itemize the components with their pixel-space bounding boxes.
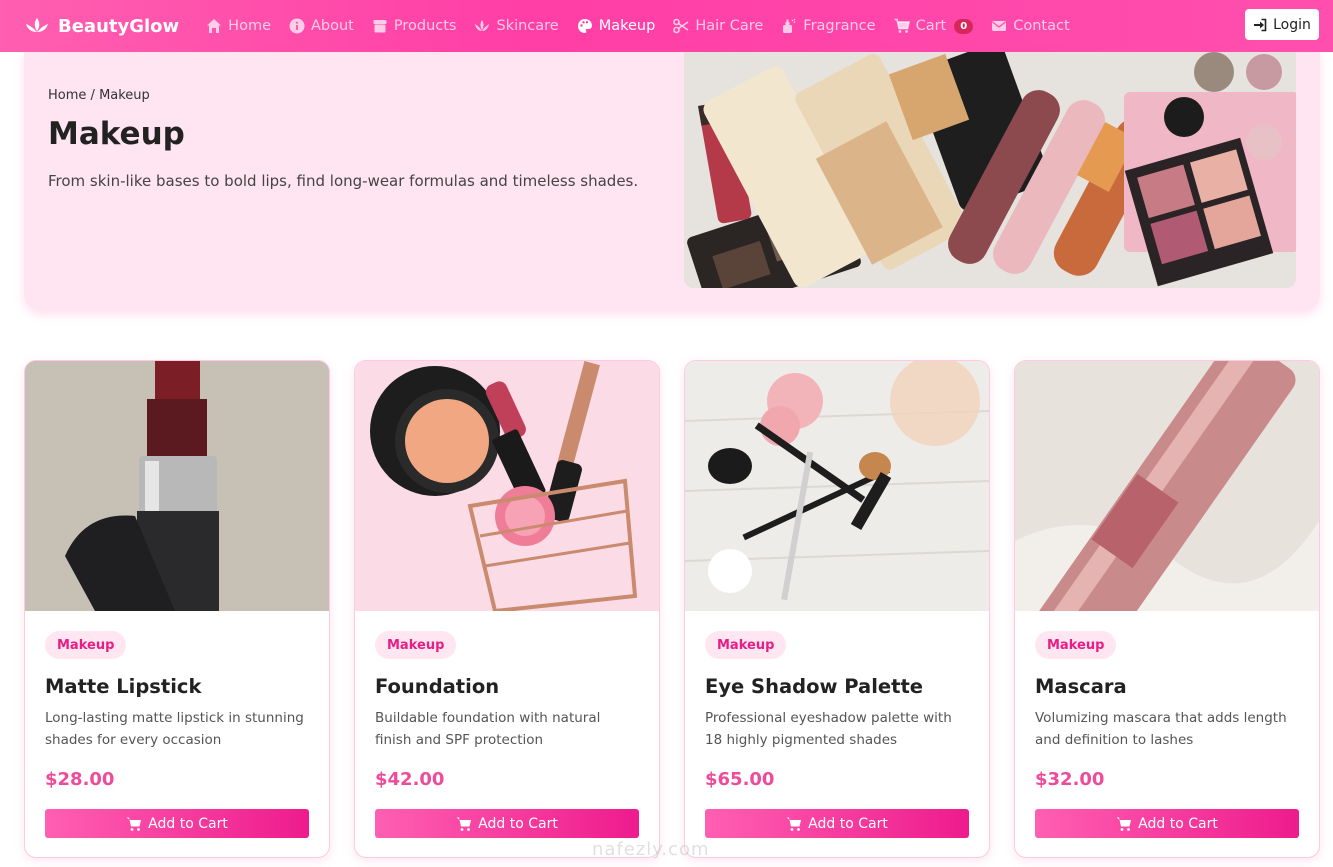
nav-label-makeup: Makeup	[598, 18, 656, 34]
add-to-cart-button[interactable]: Add to Cart	[1035, 809, 1299, 838]
category-tag: Makeup	[375, 631, 457, 659]
product-card[interactable]: Makeup Matte Lipstick Long-lasting matte…	[24, 360, 330, 858]
product-price: $42.00	[375, 769, 445, 790]
nav-label-about: About	[311, 18, 354, 34]
hero-section: Home / Makeup Makeup From skin-like base…	[24, 52, 1320, 310]
makeup-brushes-illustration	[685, 361, 989, 611]
page-title: Makeup	[48, 116, 185, 152]
add-to-cart-label: Add to Cart	[478, 815, 558, 832]
breadcrumb: Home / Makeup	[48, 88, 150, 103]
product-title: Mascara	[1035, 675, 1127, 698]
product-price: $28.00	[45, 769, 115, 790]
navbar: BeautyGlow Home About Products Skincare …	[0, 0, 1333, 52]
product-card[interactable]: Makeup Mascara Volumizing mascara that a…	[1014, 360, 1320, 858]
category-tag: Makeup	[705, 631, 787, 659]
nav-item-fragrance[interactable]: Fragrance	[772, 0, 884, 52]
product-description: Long-lasting matte lipstick in stunning …	[45, 710, 304, 748]
brand-name: BeautyGlow	[58, 15, 180, 37]
category-tag: Makeup	[1035, 631, 1117, 659]
nav-item-cart[interactable]: Cart 0	[885, 0, 983, 52]
add-to-cart-button[interactable]: Add to Cart	[705, 809, 969, 838]
product-description: Buildable foundation with natural finish…	[375, 710, 601, 748]
add-to-cart-label: Add to Cart	[148, 815, 228, 832]
product-description: Volumizing mascara that adds length and …	[1035, 710, 1287, 748]
cart-icon	[1116, 817, 1132, 831]
nav-label-skincare: Skincare	[496, 18, 559, 34]
nav-label-contact: Contact	[1013, 18, 1070, 34]
lipstick-illustration	[25, 361, 329, 611]
nav-label-home: Home	[228, 18, 271, 34]
nav-item-hair-care[interactable]: Hair Care	[664, 0, 772, 52]
breadcrumb-separator: /	[90, 88, 95, 103]
nav-label-fragrance: Fragrance	[803, 18, 876, 34]
add-to-cart-label: Add to Cart	[808, 815, 888, 832]
product-title: Foundation	[375, 675, 500, 698]
info-icon	[289, 18, 305, 34]
add-to-cart-label: Add to Cart	[1138, 815, 1218, 832]
box-icon	[373, 20, 387, 33]
cart-icon	[894, 18, 910, 33]
nav-item-products[interactable]: Products	[363, 0, 466, 52]
mascara-illustration	[1015, 361, 1319, 611]
category-tag: Makeup	[45, 631, 127, 659]
spa-icon	[475, 20, 490, 31]
nav-item-contact[interactable]: Contact	[982, 0, 1078, 52]
nav-item-makeup[interactable]: Makeup	[568, 0, 665, 52]
cart-icon	[126, 817, 142, 831]
nav-label-cart: Cart	[915, 18, 947, 34]
add-to-cart-button[interactable]: Add to Cart	[45, 809, 309, 838]
add-to-cart-button[interactable]: Add to Cart	[375, 809, 639, 838]
sign-in-icon	[1254, 18, 1267, 31]
nav-item-skincare[interactable]: Skincare	[465, 0, 567, 52]
product-card[interactable]: Makeup Eye Shadow Palette Professional e…	[684, 360, 990, 858]
envelope-icon	[992, 21, 1007, 31]
nav-label-products: Products	[393, 18, 457, 34]
login-button[interactable]: Login	[1245, 9, 1319, 40]
cart-icon	[786, 817, 802, 831]
cart-count-badge: 0	[954, 18, 974, 34]
nav-label-hair-care: Hair Care	[695, 18, 764, 34]
product-image	[1015, 361, 1319, 611]
brand-logo[interactable]: BeautyGlow	[24, 16, 179, 37]
product-price: $32.00	[1035, 769, 1105, 790]
product-price: $65.00	[705, 769, 775, 790]
product-card[interactable]: Makeup Foundation Buildable foundation w…	[354, 360, 660, 858]
page-subtitle: From skin-like bases to bold lips, find …	[48, 172, 639, 190]
product-title: Matte Lipstick	[45, 675, 202, 698]
nav-item-about[interactable]: About	[280, 0, 363, 52]
product-title: Eye Shadow Palette	[705, 675, 923, 698]
product-image	[355, 361, 659, 611]
login-label: Login	[1273, 16, 1311, 33]
foundation-illustration	[355, 361, 659, 611]
nav-menu: Home About Products Skincare Makeup Hair…	[197, 0, 1078, 52]
spray-icon	[783, 18, 796, 33]
product-image	[685, 361, 989, 611]
hero-image	[684, 52, 1296, 288]
lotus-icon	[26, 18, 48, 32]
breadcrumb-home[interactable]: Home	[48, 88, 86, 103]
scissors-icon	[673, 18, 689, 34]
palette-icon	[577, 19, 592, 33]
product-description: Professional eyeshadow palette with 18 h…	[705, 710, 952, 748]
product-image	[25, 361, 329, 611]
home-icon	[207, 19, 222, 33]
makeup-collection-illustration	[684, 52, 1296, 288]
nav-item-home[interactable]: Home	[197, 0, 280, 52]
breadcrumb-current: Makeup	[99, 88, 150, 103]
cart-icon	[456, 817, 472, 831]
